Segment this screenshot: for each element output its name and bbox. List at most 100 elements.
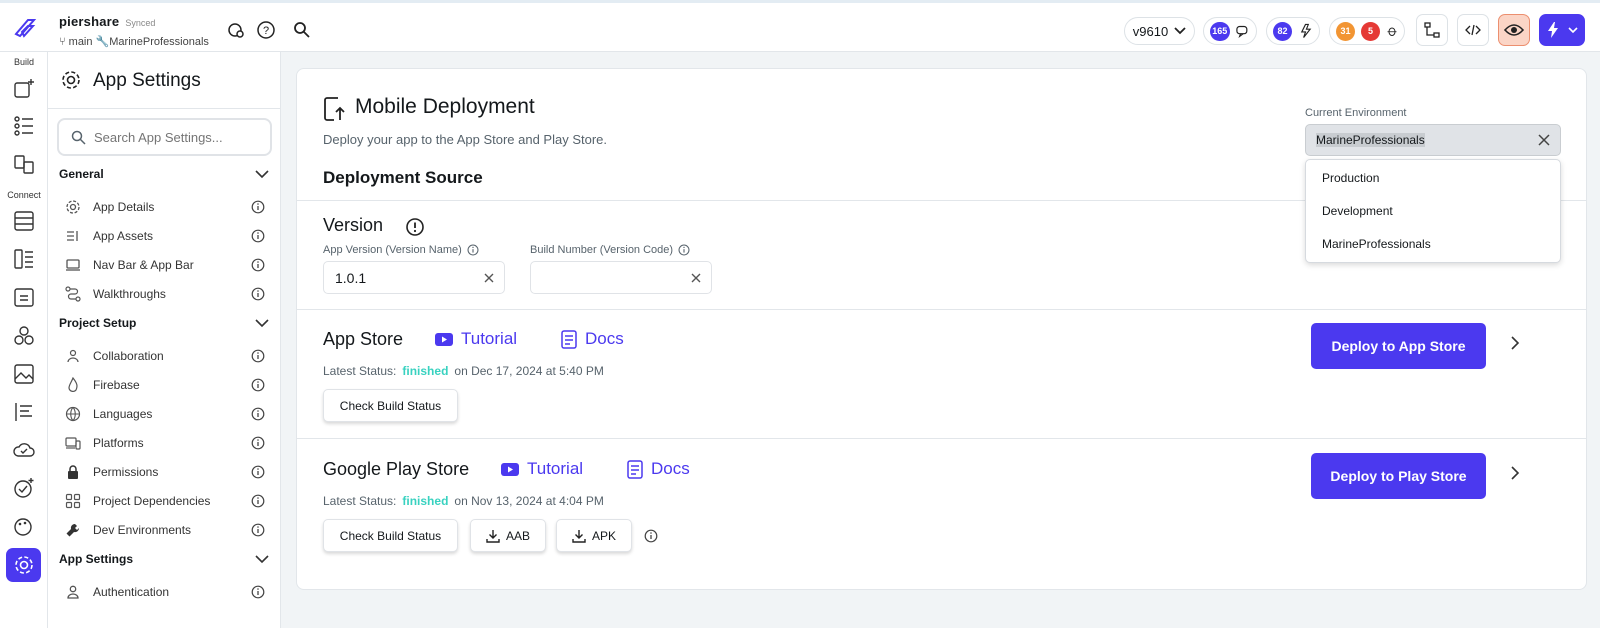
build-number-input[interactable]	[530, 261, 712, 294]
branch-icon: ⑂	[59, 36, 69, 48]
chevron-right-icon[interactable]	[1507, 465, 1523, 481]
theme-list-icon[interactable]	[12, 400, 36, 424]
info-icon[interactable]	[251, 287, 265, 301]
branch-name: main	[68, 36, 93, 48]
environment-option[interactable]: Production	[1322, 171, 1379, 185]
app-version-input[interactable]: 1.0.1	[323, 261, 505, 294]
branching-button[interactable]	[1416, 14, 1448, 46]
section-general[interactable]: General	[59, 167, 269, 181]
add-widget-icon[interactable]	[12, 77, 36, 101]
widget-tree-icon[interactable]	[12, 114, 36, 138]
version-label: v9610	[1132, 23, 1169, 39]
tests-icon[interactable]	[12, 476, 36, 500]
comments-button[interactable]: 165	[1203, 17, 1257, 45]
section-project-setup[interactable]: Project Setup	[59, 316, 269, 330]
sidebar-item-nav-bar[interactable]: Nav Bar & App Bar	[65, 254, 265, 276]
close-icon[interactable]	[1537, 133, 1551, 147]
play-store-check-status-button[interactable]: Check Build Status	[323, 519, 458, 552]
updates-button[interactable]: 82	[1266, 17, 1320, 45]
sidebar-item-authentication[interactable]: Authentication	[65, 581, 265, 603]
info-icon[interactable]	[251, 229, 265, 243]
play-store-tutorial-link[interactable]: Tutorial	[501, 459, 583, 479]
sidebar-item-collaboration[interactable]: Collaboration	[65, 345, 265, 367]
download-aab-button[interactable]: AAB	[470, 519, 546, 552]
sidebar-item-walkthroughs[interactable]: Walkthroughs	[65, 283, 265, 305]
rail-build-label: Build	[13, 57, 34, 67]
chevron-down-icon	[255, 554, 269, 563]
gear-icon	[66, 200, 80, 214]
bug-report-icon[interactable]	[226, 20, 246, 40]
flutterflow-logo-icon[interactable]	[10, 14, 38, 42]
download-apk-button[interactable]: APK	[556, 519, 632, 552]
help-icon[interactable]: ?	[256, 20, 276, 40]
chevron-down-icon	[255, 169, 269, 178]
schema-icon[interactable]	[12, 247, 36, 271]
errors-count: 5	[1361, 21, 1380, 41]
nav-rail: Build Connect	[0, 52, 48, 628]
sidebar-item-app-details[interactable]: App Details	[65, 196, 265, 218]
deploy-play-store-button[interactable]: Deploy to Play Store	[1311, 453, 1486, 499]
app-store-tutorial-link[interactable]: Tutorial	[435, 329, 517, 349]
environment-dropdown: Production Development MarineProfessiona…	[1305, 159, 1561, 263]
info-icon[interactable]	[251, 378, 265, 392]
devices-icon	[65, 437, 81, 450]
info-icon[interactable]	[678, 244, 690, 256]
sidebar-header: App Settings	[48, 52, 281, 109]
info-icon[interactable]	[251, 494, 265, 508]
app-store-title: App Store	[323, 329, 404, 349]
play-store-docs-link[interactable]: Docs	[627, 459, 690, 479]
info-icon[interactable]	[251, 585, 265, 599]
app-store-check-status-button[interactable]: Check Build Status	[323, 389, 458, 422]
info-icon[interactable]	[251, 258, 265, 272]
info-icon[interactable]	[644, 529, 658, 543]
document-icon	[561, 329, 577, 349]
deploy-app-store-button[interactable]: Deploy to App Store	[1311, 323, 1486, 369]
clear-icon[interactable]	[483, 272, 495, 284]
sidebar-item-permissions[interactable]: Permissions	[65, 461, 265, 483]
version-selector[interactable]: v9610	[1124, 17, 1195, 45]
sidebar-item-languages[interactable]: Languages	[65, 403, 265, 425]
page-selector-icon[interactable]	[12, 152, 36, 176]
status-badge: finished	[402, 494, 449, 508]
app-version-label: App Version (Version Name)	[323, 244, 479, 256]
project-info[interactable]: piershare Synced ⑂ main 🔧MarineProfession…	[59, 13, 209, 48]
info-icon[interactable]	[251, 349, 265, 363]
sidebar-item-firebase[interactable]: Firebase	[65, 374, 265, 396]
settings-search[interactable]	[57, 118, 272, 156]
lightning-icon	[1548, 22, 1558, 38]
environment-option[interactable]: MarineProfessionals	[1322, 237, 1431, 251]
sidebar-item-app-assets[interactable]: App Assets	[65, 225, 265, 247]
info-icon[interactable]	[251, 436, 265, 450]
flame-icon	[68, 377, 78, 392]
wrench-icon	[66, 523, 80, 537]
alert-circle-icon[interactable]	[405, 217, 425, 237]
sidebar-item-project-dependencies[interactable]: Project Dependencies	[65, 490, 265, 512]
issues-button[interactable]: 31 5	[1329, 17, 1405, 45]
code-view-button[interactable]	[1457, 14, 1489, 46]
components-icon[interactable]	[12, 324, 36, 348]
sidebar-item-platforms[interactable]: Platforms	[65, 432, 265, 454]
clear-icon[interactable]	[690, 272, 702, 284]
storage-icon[interactable]	[12, 285, 36, 309]
chevron-right-icon[interactable]	[1507, 335, 1523, 351]
environment-option[interactable]: Development	[1322, 204, 1393, 218]
cloud-functions-icon[interactable]	[12, 438, 36, 462]
app-store-docs-link[interactable]: Docs	[561, 329, 624, 349]
info-icon[interactable]	[251, 407, 265, 421]
info-icon[interactable]	[251, 523, 265, 537]
search-input[interactable]	[94, 129, 254, 145]
preview-button[interactable]	[1498, 14, 1530, 46]
info-icon[interactable]	[251, 200, 265, 214]
section-app-settings[interactable]: App Settings	[59, 552, 269, 566]
environment-select[interactable]: MarineProfessionals	[1305, 124, 1561, 156]
search-icon[interactable]	[292, 20, 312, 40]
run-menu-button[interactable]	[1539, 14, 1585, 46]
app-store-status: Latest Status: finished on Dec 17, 2024 at…	[323, 364, 604, 378]
database-icon[interactable]	[12, 209, 36, 233]
theme-settings-icon[interactable]	[12, 514, 36, 538]
info-icon[interactable]	[251, 465, 265, 479]
media-assets-icon[interactable]	[12, 362, 36, 386]
app-settings-rail-button[interactable]	[6, 548, 41, 582]
info-icon[interactable]	[467, 244, 479, 256]
sidebar-item-dev-environments[interactable]: Dev Environments	[65, 519, 265, 541]
